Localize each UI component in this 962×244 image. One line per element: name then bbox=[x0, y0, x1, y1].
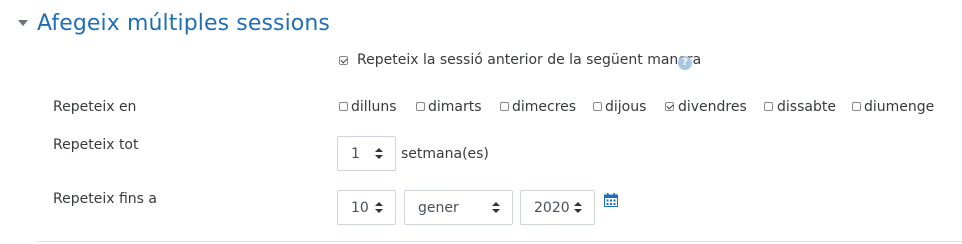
select-arrows-icon bbox=[375, 148, 383, 160]
day-label-dimarts[interactable]: dimarts bbox=[428, 99, 482, 115]
repeat-on-label: Repeteix en bbox=[53, 99, 137, 115]
select-arrows-icon bbox=[574, 202, 582, 214]
day-checkbox-dissabte[interactable] bbox=[764, 102, 773, 111]
repeat-until-day-select[interactable]: 10 bbox=[337, 190, 396, 225]
repeat-every-select[interactable]: 1 bbox=[337, 136, 396, 171]
calendar-icon[interactable] bbox=[604, 193, 618, 207]
repeat-until-day-value: 10 bbox=[351, 200, 369, 216]
day-label-dilluns[interactable]: dilluns bbox=[351, 99, 397, 115]
section-divider bbox=[37, 241, 962, 242]
day-checkbox-divendres[interactable] bbox=[665, 102, 674, 111]
select-arrows-icon bbox=[492, 202, 500, 214]
repeat-until-year-select[interactable]: 2020 bbox=[520, 190, 595, 225]
repeat-every-value: 1 bbox=[351, 146, 360, 162]
day-checkbox-diumenge[interactable] bbox=[852, 102, 861, 111]
section-collapse-toggle[interactable] bbox=[18, 20, 28, 26]
repeat-every-unit: setmana(es) bbox=[401, 146, 489, 162]
repeat-previous-label[interactable]: Repeteix la sessió anterior de la següen… bbox=[357, 52, 701, 68]
repeat-until-month-value: gener bbox=[418, 200, 459, 216]
section-title[interactable]: Afegeix múltiples sessions bbox=[37, 11, 330, 36]
day-label-dijous[interactable]: dijous bbox=[605, 99, 646, 115]
repeat-until-label: Repeteix fins a bbox=[53, 191, 157, 207]
day-label-divendres[interactable]: divendres bbox=[678, 99, 747, 115]
day-label-dissabte[interactable]: dissabte bbox=[777, 99, 836, 115]
day-checkbox-dilluns[interactable] bbox=[339, 102, 348, 111]
day-checkbox-dimecres[interactable] bbox=[500, 102, 509, 111]
day-checkbox-dijous[interactable] bbox=[593, 102, 602, 111]
question-circle-icon[interactable]: ? bbox=[678, 56, 692, 70]
repeat-until-year-value: 2020 bbox=[534, 200, 570, 216]
day-label-diumenge[interactable]: diumenge bbox=[864, 99, 934, 115]
repeat-previous-checkbox[interactable] bbox=[339, 56, 348, 65]
repeat-until-month-select[interactable]: gener bbox=[404, 190, 513, 225]
day-label-dimecres[interactable]: dimecres bbox=[512, 99, 576, 115]
day-checkbox-dimarts[interactable] bbox=[416, 102, 425, 111]
repeat-every-label: Repeteix tot bbox=[53, 137, 139, 153]
select-arrows-icon bbox=[375, 202, 383, 214]
